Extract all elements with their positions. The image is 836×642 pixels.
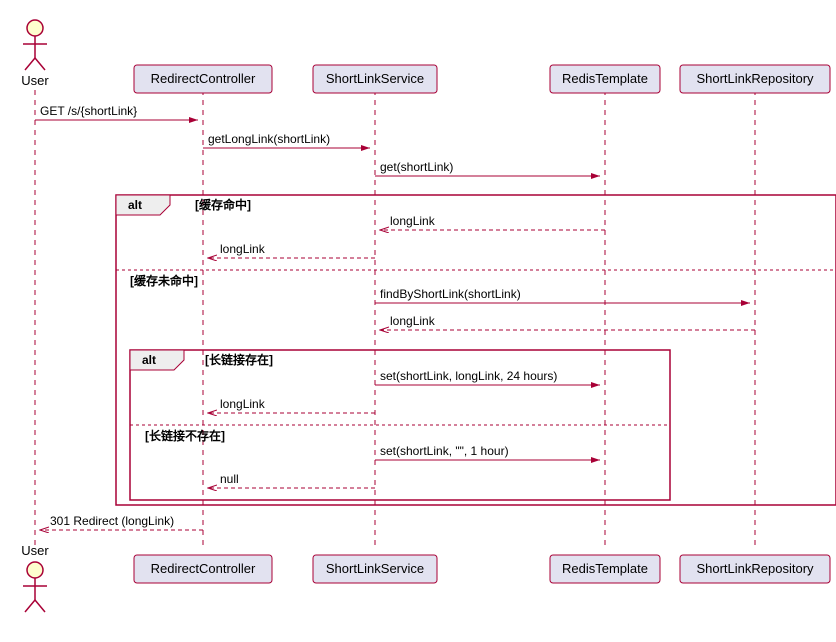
- participant-service-label-bottom: ShortLinkService: [326, 561, 424, 576]
- msg-return-longlink-4-text: longLink: [220, 397, 266, 411]
- msg-redis-set-24h-text: set(shortLink, longLink, 24 hours): [380, 369, 557, 383]
- alt-outer-label-box: [116, 195, 170, 215]
- msg-return-null-text: null: [220, 472, 239, 486]
- participant-redis-label-bottom: RedisTemplate: [562, 561, 648, 576]
- actor-label-top: User: [21, 73, 49, 88]
- msg-findbyshortlink-text: findByShortLink(shortLink): [380, 287, 521, 301]
- participant-repo-label-bottom: ShortLinkRepository: [696, 561, 814, 576]
- actor-label-bottom: User: [21, 543, 49, 558]
- msg-redis-set-1h-text: set(shortLink, "", 1 hour): [380, 444, 509, 458]
- participant-service-label-top: ShortLinkService: [326, 71, 424, 86]
- participant-controller-label-bottom: RedirectController: [151, 561, 256, 576]
- alt-inner-label: alt: [142, 353, 156, 367]
- msg-301-redirect-text: 301 Redirect (longLink): [50, 514, 174, 528]
- actor-user-bottom: User: [21, 543, 49, 612]
- msg-return-longlink-1-text: longLink: [390, 214, 436, 228]
- msg-return-longlink-2-text: longLink: [220, 242, 266, 256]
- alt-outer-cond2: [缓存未命中]: [130, 273, 198, 288]
- participant-redis-label-top: RedisTemplate: [562, 71, 648, 86]
- alt-outer-cond1: [缓存命中]: [195, 197, 251, 212]
- msg-redis-get-text: get(shortLink): [380, 160, 453, 174]
- actor-user-top: User: [21, 20, 49, 88]
- alt-inner-cond1: [长链接存在]: [205, 352, 273, 367]
- msg-get-shortlink-text: GET /s/{shortLink}: [40, 104, 137, 118]
- alt-inner-label-box: [130, 350, 184, 370]
- alt-inner-cond2: [长链接不存在]: [145, 428, 225, 443]
- msg-getlonglink-text: getLongLink(shortLink): [208, 132, 330, 146]
- msg-return-longlink-3-text: longLink: [390, 314, 436, 328]
- participant-repo-label-top: ShortLinkRepository: [696, 71, 814, 86]
- sequence-diagram: User RedirectController ShortLinkService…: [10, 10, 836, 632]
- participant-controller-label-top: RedirectController: [151, 71, 256, 86]
- alt-outer-label: alt: [128, 198, 142, 212]
